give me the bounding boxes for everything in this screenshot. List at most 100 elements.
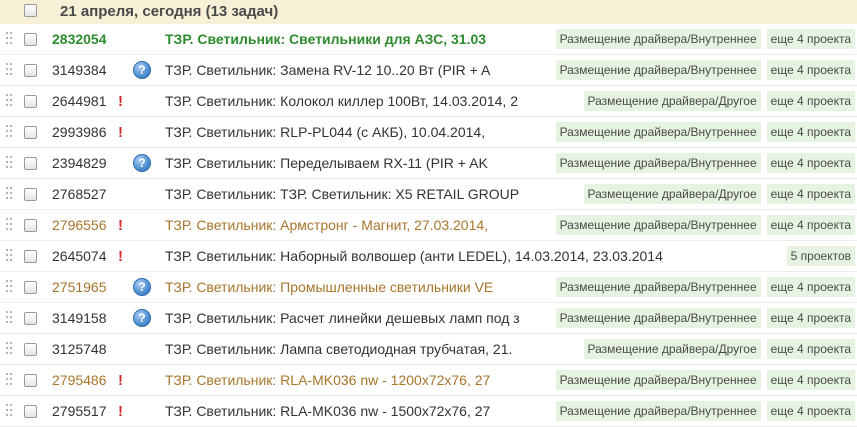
task-tags: Размещение драйвера/Другое еще 4 проекта: [579, 89, 855, 113]
drag-handle-icon[interactable]: [6, 125, 14, 140]
task-checkbox[interactable]: [24, 281, 37, 294]
category-tag[interactable]: Размещение драйвера/Внутреннее: [555, 60, 761, 80]
more-projects-tag[interactable]: еще 4 проекта: [766, 277, 855, 297]
drag-handle-icon[interactable]: [6, 311, 14, 326]
drag-handle-icon[interactable]: [6, 280, 14, 295]
drag-handle-icon[interactable]: [6, 187, 14, 202]
task-tags: Размещение драйвера/Внутреннее еще 4 прое…: [551, 58, 855, 82]
select-all-checkbox[interactable]: [24, 4, 37, 17]
category-tag[interactable]: Размещение драйвера/Внутреннее: [555, 370, 761, 390]
task-title-link[interactable]: ТЗР. Светильник: RLA-MK036 nw - 1500x72x…: [165, 403, 490, 419]
task-row[interactable]: 2993986! ТЗР. Светильник: RLP-PL044 (с АК…: [0, 117, 857, 148]
drag-handle-icon[interactable]: [6, 373, 14, 388]
task-tags: Размещение драйвера/Внутреннее еще 4 прое…: [551, 120, 855, 144]
task-id[interactable]: 2832054: [52, 31, 107, 47]
task-title-link[interactable]: ТЗР. Светильник: Лампа светодиодная труб…: [165, 341, 512, 357]
task-id[interactable]: 2645074: [52, 248, 107, 264]
task-title-link[interactable]: ТЗР. Светильник: Замена RV-12 10..20 Вт …: [165, 62, 490, 78]
help-icon[interactable]: ?: [133, 309, 151, 327]
drag-handle-icon[interactable]: [6, 342, 14, 357]
task-row[interactable]: 3149384? ТЗР. Светильник: Замена RV-12 10…: [0, 55, 857, 86]
category-tag[interactable]: Размещение драйвера/Внутреннее: [555, 29, 761, 49]
more-projects-tag[interactable]: еще 4 проекта: [766, 60, 855, 80]
task-id[interactable]: 3149384: [52, 62, 107, 78]
category-tag[interactable]: Размещение драйвера/Внутреннее: [555, 401, 761, 421]
task-row[interactable]: 2394829? ТЗР. Светильник: Переделываем RX…: [0, 148, 857, 179]
task-checkbox[interactable]: [24, 33, 37, 46]
more-projects-tag[interactable]: еще 4 проекта: [766, 91, 855, 111]
more-projects-tag[interactable]: еще 4 проекта: [766, 370, 855, 390]
help-icon[interactable]: ?: [133, 154, 151, 172]
task-checkbox[interactable]: [24, 64, 37, 77]
task-tags: Размещение драйвера/Внутреннее еще 4 прое…: [551, 368, 855, 392]
task-title-link[interactable]: ТЗР. Светильник: ТЗР. Светильник: X5 RET…: [165, 186, 519, 202]
category-tag[interactable]: Размещение драйвера/Внутреннее: [555, 277, 761, 297]
task-id[interactable]: 2993986: [52, 124, 107, 140]
more-projects-tag[interactable]: еще 4 проекта: [766, 153, 855, 173]
more-projects-tag[interactable]: еще 4 проекта: [766, 29, 855, 49]
drag-handle-icon[interactable]: [6, 156, 14, 171]
task-row[interactable]: 2796556! ТЗР. Светильник: Армстронг - Маг…: [0, 210, 857, 241]
more-projects-tag[interactable]: еще 4 проекта: [766, 215, 855, 235]
task-title-link[interactable]: ТЗР. Светильник: Армстронг - Магнит, 27.…: [165, 217, 488, 233]
more-projects-tag[interactable]: еще 4 проекта: [766, 184, 855, 204]
task-title-link[interactable]: ТЗР. Светильник: RLA-MK036 nw - 1200x72x…: [165, 372, 490, 388]
task-checkbox[interactable]: [24, 312, 37, 325]
task-title-link[interactable]: ТЗР. Светильник: Колокол киллер 100Вт, 1…: [165, 93, 518, 109]
category-tag[interactable]: Размещение драйвера/Другое: [583, 91, 761, 111]
task-checkbox[interactable]: [24, 374, 37, 387]
task-row[interactable]: 2645074! ТЗР. Светильник: Наборный волвош…: [0, 241, 857, 272]
task-title-link[interactable]: ТЗР. Светильник: Расчет линейки дешевых …: [165, 310, 520, 326]
task-checkbox[interactable]: [24, 126, 37, 139]
task-tags: Размещение драйвера/Внутреннее еще 4 прое…: [551, 275, 855, 299]
task-id[interactable]: 2644981: [52, 93, 107, 109]
task-row[interactable]: 2768527 ТЗР. Светильник: ТЗР. Светильник:…: [0, 179, 857, 210]
task-title-link[interactable]: ТЗР. Светильник: Промышленные светильник…: [165, 279, 493, 295]
task-title-link[interactable]: ТЗР. Светильник: Переделываем RX-11 (PIR…: [165, 155, 488, 171]
task-id[interactable]: 2768527: [52, 186, 107, 202]
help-icon[interactable]: ?: [133, 278, 151, 296]
task-id[interactable]: 2394829: [52, 155, 107, 171]
task-id[interactable]: 3149158: [52, 310, 107, 326]
task-title-link[interactable]: ТЗР. Светильник: Наборный волвошер (анти…: [165, 248, 663, 264]
more-projects-tag[interactable]: еще 4 проекта: [766, 122, 855, 142]
task-id[interactable]: 2751965: [52, 279, 107, 295]
task-checkbox[interactable]: [24, 157, 37, 170]
task-id[interactable]: 2795517: [52, 403, 107, 419]
more-projects-tag[interactable]: 5 проектов: [786, 246, 855, 266]
more-projects-tag[interactable]: еще 4 проекта: [766, 339, 855, 359]
help-icon[interactable]: ?: [133, 61, 151, 79]
task-checkbox[interactable]: [24, 188, 37, 201]
category-tag[interactable]: Размещение драйвера/Другое: [583, 184, 761, 204]
drag-handle-icon[interactable]: [6, 249, 14, 264]
category-tag[interactable]: Размещение драйвера/Внутреннее: [555, 153, 761, 173]
task-checkbox[interactable]: [24, 219, 37, 232]
category-tag[interactable]: Размещение драйвера/Внутреннее: [555, 215, 761, 235]
task-checkbox[interactable]: [24, 95, 37, 108]
category-tag[interactable]: Размещение драйвера/Внутреннее: [555, 308, 761, 328]
category-tag[interactable]: Размещение драйвера/Другое: [583, 339, 761, 359]
task-id[interactable]: 2795486: [52, 372, 107, 388]
task-row[interactable]: 2832054 ТЗР. Светильник: Светильники для …: [0, 24, 857, 55]
task-row[interactable]: 2795517! ТЗР. Светильник: RLA-MK036 nw - …: [0, 396, 857, 427]
task-row[interactable]: 3149158? ТЗР. Светильник: Расчет линейки …: [0, 303, 857, 334]
more-projects-tag[interactable]: еще 4 проекта: [766, 401, 855, 421]
task-row[interactable]: 3125748 ТЗР. Светильник: Лампа светодиодн…: [0, 334, 857, 365]
task-row[interactable]: 2644981! ТЗР. Светильник: Колокол киллер …: [0, 86, 857, 117]
task-id[interactable]: 3125748: [52, 341, 107, 357]
task-checkbox[interactable]: [24, 343, 37, 356]
drag-handle-icon[interactable]: [6, 63, 14, 78]
drag-handle-icon[interactable]: [6, 218, 14, 233]
task-checkbox[interactable]: [24, 250, 37, 263]
more-projects-tag[interactable]: еще 4 проекта: [766, 308, 855, 328]
task-title-link[interactable]: ТЗР. Светильник: Светильники для АЗС, 31…: [165, 31, 486, 47]
task-row[interactable]: 2751965? ТЗР. Светильник: Промышленные св…: [0, 272, 857, 303]
drag-handle-icon[interactable]: [6, 404, 14, 419]
task-title-link[interactable]: ТЗР. Светильник: RLP-PL044 (с АКБ), 10.0…: [165, 124, 485, 140]
task-checkbox[interactable]: [24, 405, 37, 418]
category-tag[interactable]: Размещение драйвера/Внутреннее: [555, 122, 761, 142]
drag-handle-icon[interactable]: [6, 32, 14, 47]
drag-handle-icon[interactable]: [6, 94, 14, 109]
task-id[interactable]: 2796556: [52, 217, 107, 233]
task-row[interactable]: 2795486! ТЗР. Светильник: RLA-MK036 nw - …: [0, 365, 857, 396]
